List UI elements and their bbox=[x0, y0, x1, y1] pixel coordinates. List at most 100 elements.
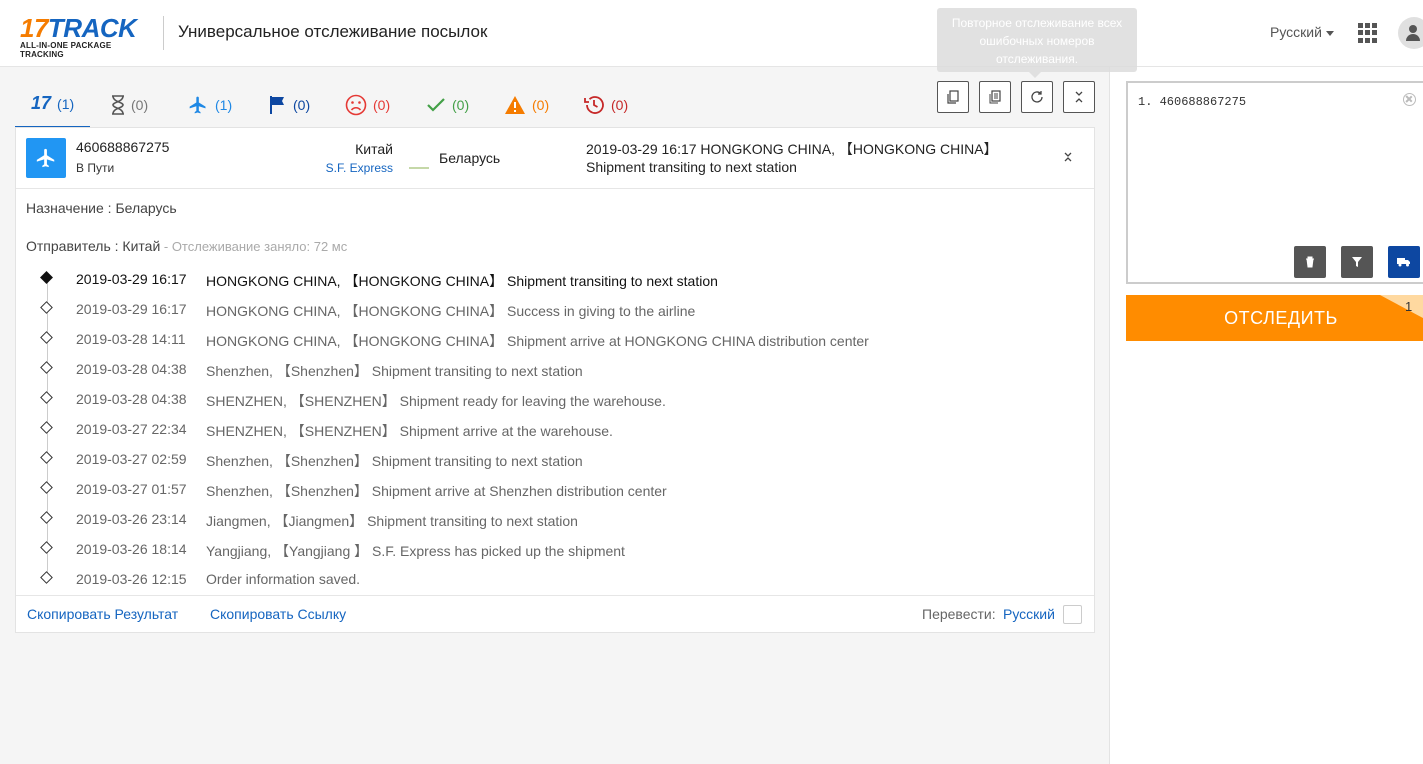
event-dot-icon bbox=[40, 451, 53, 464]
tab-expired[interactable]: (0) bbox=[583, 81, 628, 128]
clear-icon[interactable] bbox=[1403, 93, 1416, 106]
tab-delivered-count: (0) bbox=[452, 96, 470, 113]
17-logo-icon: 17 bbox=[31, 93, 52, 113]
tab-not-found[interactable]: (0) bbox=[111, 81, 148, 128]
event-description: SHENZHEN, 【SHENZHEN】 Shipment ready for … bbox=[206, 393, 666, 409]
tab-undelivered[interactable]: (0) bbox=[345, 81, 390, 128]
tab-not-found-count: (0) bbox=[131, 96, 149, 113]
card-footer: Скопировать Результат Скопировать Ссылку… bbox=[16, 595, 1094, 632]
tab-delivered[interactable]: (0) bbox=[426, 81, 469, 128]
event-datetime: 2019-03-26 18:14 bbox=[76, 541, 187, 557]
event-datetime: 2019-03-28 04:38 bbox=[76, 361, 187, 377]
event-datetime: 2019-03-26 23:14 bbox=[76, 511, 187, 527]
retrack-button[interactable] bbox=[1021, 81, 1053, 113]
event-description: Shenzhen, 【Shenzhen】 Shipment transiting… bbox=[206, 363, 583, 379]
truck-icon bbox=[1397, 258, 1410, 267]
copy-button[interactable] bbox=[937, 81, 969, 113]
warning-icon bbox=[504, 95, 526, 115]
language-select[interactable]: Русский bbox=[1270, 24, 1334, 40]
tab-alert-count: (0) bbox=[532, 96, 550, 113]
sender-label: Отправитель : Китай - Отслеживание занял… bbox=[26, 238, 347, 254]
event-description: Yangjiang, 【Yangjiang 】 S.F. Express has… bbox=[206, 543, 625, 559]
timeline-event: 2019-03-29 16:17 HONGKONG CHINA, 【HONGKON… bbox=[16, 293, 1094, 323]
timeline-event: 2019-03-27 01:57 Shenzhen, 【Shenzhen】 Shi… bbox=[16, 473, 1094, 503]
side-panel: 1. 460688867275 ОТСЛЕДИТЬ 1 bbox=[1109, 67, 1423, 764]
translate-checkbox[interactable] bbox=[1063, 605, 1082, 624]
event-description: HONGKONG CHINA, 【HONGKONG CHINA】 Shipmen… bbox=[206, 333, 869, 349]
sender-country: Отправитель : Китай bbox=[26, 238, 161, 254]
route-arrow-icon bbox=[409, 157, 429, 175]
apps-grid-icon[interactable] bbox=[1358, 23, 1378, 43]
event-description: HONGKONG CHINA, 【HONGKONG CHINA】 Shipmen… bbox=[206, 273, 718, 289]
event-dot-icon bbox=[40, 541, 53, 554]
carrier-link[interactable]: S.F. Express bbox=[326, 161, 393, 175]
event-dot-icon bbox=[40, 571, 53, 584]
event-dot-icon bbox=[40, 361, 53, 374]
checkmark-icon bbox=[426, 97, 446, 113]
main-content: 17 (1) (0) (1) (0) (0) (0) (0) (0) 46068… bbox=[0, 67, 1108, 764]
tab-in-transit[interactable]: (1) bbox=[187, 81, 232, 128]
carrier-select-button[interactable] bbox=[1388, 246, 1420, 278]
event-dot-icon bbox=[40, 391, 53, 404]
event-description: Order information saved. bbox=[206, 571, 361, 587]
collapse-details-icon[interactable] bbox=[1062, 150, 1074, 169]
logo-subtitle: ALL-IN-ONE PACKAGE TRACKING bbox=[20, 41, 112, 59]
collapse-all-button[interactable] bbox=[1063, 81, 1095, 113]
refresh-icon bbox=[1031, 91, 1043, 103]
latest-event-time-location: 2019-03-29 16:17 HONGKONG CHINA, 【HONGKO… bbox=[586, 141, 998, 157]
event-datetime: 2019-03-27 22:34 bbox=[76, 421, 187, 437]
filter-icon bbox=[1352, 257, 1362, 267]
language-label: Русский bbox=[1270, 24, 1322, 40]
tracking-number-entry: 1. 460688867275 bbox=[1138, 95, 1247, 109]
count-badge bbox=[1380, 295, 1423, 325]
tracking-time: - Отслеживание заняло: 72 мс bbox=[160, 239, 348, 254]
event-dot-icon bbox=[40, 301, 53, 314]
event-dot-icon bbox=[40, 481, 53, 494]
tab-alert[interactable]: (0) bbox=[504, 81, 549, 128]
timeline-event: 2019-03-28 04:38 SHENZHEN, 【SHENZHEN】 Shi… bbox=[16, 383, 1094, 413]
page-title: Универсальное отслеживание посылок bbox=[178, 22, 488, 41]
timeline-event: 2019-03-29 16:17 HONGKONG CHINA, 【HONGKON… bbox=[16, 263, 1094, 293]
track-button[interactable]: ОТСЛЕДИТЬ 1 bbox=[1126, 295, 1423, 341]
history-icon bbox=[583, 94, 605, 116]
translate-label: Перевести: bbox=[922, 606, 996, 622]
user-avatar-icon[interactable] bbox=[1398, 17, 1423, 49]
event-description: Shenzhen, 【Shenzhen】 Shipment transiting… bbox=[206, 453, 583, 469]
timeline-event: 2019-03-27 02:59 Shenzhen, 【Shenzhen】 Shi… bbox=[16, 443, 1094, 473]
tracking-number: 460688867275 bbox=[76, 139, 170, 155]
copy-all-button[interactable] bbox=[979, 81, 1011, 113]
in-transit-status-icon bbox=[26, 138, 66, 178]
tab-all-count: (1) bbox=[57, 95, 75, 112]
logo[interactable]: 17TRACK ALL-IN-ONE PACKAGE TRACKING bbox=[20, 15, 150, 59]
sad-face-icon bbox=[345, 94, 367, 116]
timeline-event: 2019-03-28 04:38 Shenzhen, 【Shenzhen】 Shi… bbox=[16, 353, 1094, 383]
delete-button[interactable] bbox=[1294, 246, 1326, 278]
count-badge-number: 1 bbox=[1405, 299, 1413, 314]
event-datetime: 2019-03-28 14:11 bbox=[76, 331, 186, 347]
tab-all[interactable]: 17 (1) bbox=[15, 81, 90, 128]
latest-event-description: Shipment transiting to next station bbox=[586, 159, 797, 175]
event-description: Shenzhen, 【Shenzhen】 Shipment arrive at … bbox=[206, 483, 667, 499]
timeline-event: 2019-03-26 23:14 Jiangmen, 【Jiangmen】 Shi… bbox=[16, 503, 1094, 533]
airplane-icon bbox=[187, 95, 209, 115]
copy-icon bbox=[947, 90, 959, 104]
timeline-event: 2019-03-26 18:14 Yangjiang, 【Yangjiang 】 … bbox=[16, 533, 1094, 563]
header-divider bbox=[163, 16, 164, 50]
track-button-label: ОТСЛЕДИТЬ bbox=[1224, 307, 1338, 328]
tab-expired-count: (0) bbox=[611, 96, 629, 113]
shipment-summary[interactable]: 460688867275 В Пути Китай S.F. Express Б… bbox=[16, 128, 1094, 189]
event-dot-icon bbox=[40, 421, 53, 434]
retrack-tooltip: Повторное отслеживание всех ошибочных но… bbox=[937, 8, 1137, 78]
event-dot-icon bbox=[40, 331, 53, 344]
translate-language-select[interactable]: Русский bbox=[1003, 606, 1055, 622]
hourglass-icon bbox=[111, 94, 125, 115]
filter-button[interactable] bbox=[1341, 246, 1373, 278]
timeline-event: 2019-03-26 12:15 Order information saved. bbox=[16, 563, 1094, 593]
timeline-event: 2019-03-27 22:34 SHENZHEN, 【SHENZHEN】 Shi… bbox=[16, 413, 1094, 443]
flag-icon bbox=[269, 95, 287, 115]
copy-link-link[interactable]: Скопировать Ссылку bbox=[210, 606, 346, 622]
tab-pickup[interactable]: (0) bbox=[269, 81, 310, 128]
tracking-numbers-input[interactable]: 1. 460688867275 bbox=[1126, 81, 1423, 284]
copy-result-link[interactable]: Скопировать Результат bbox=[27, 606, 178, 622]
event-datetime: 2019-03-26 12:15 bbox=[76, 571, 187, 587]
